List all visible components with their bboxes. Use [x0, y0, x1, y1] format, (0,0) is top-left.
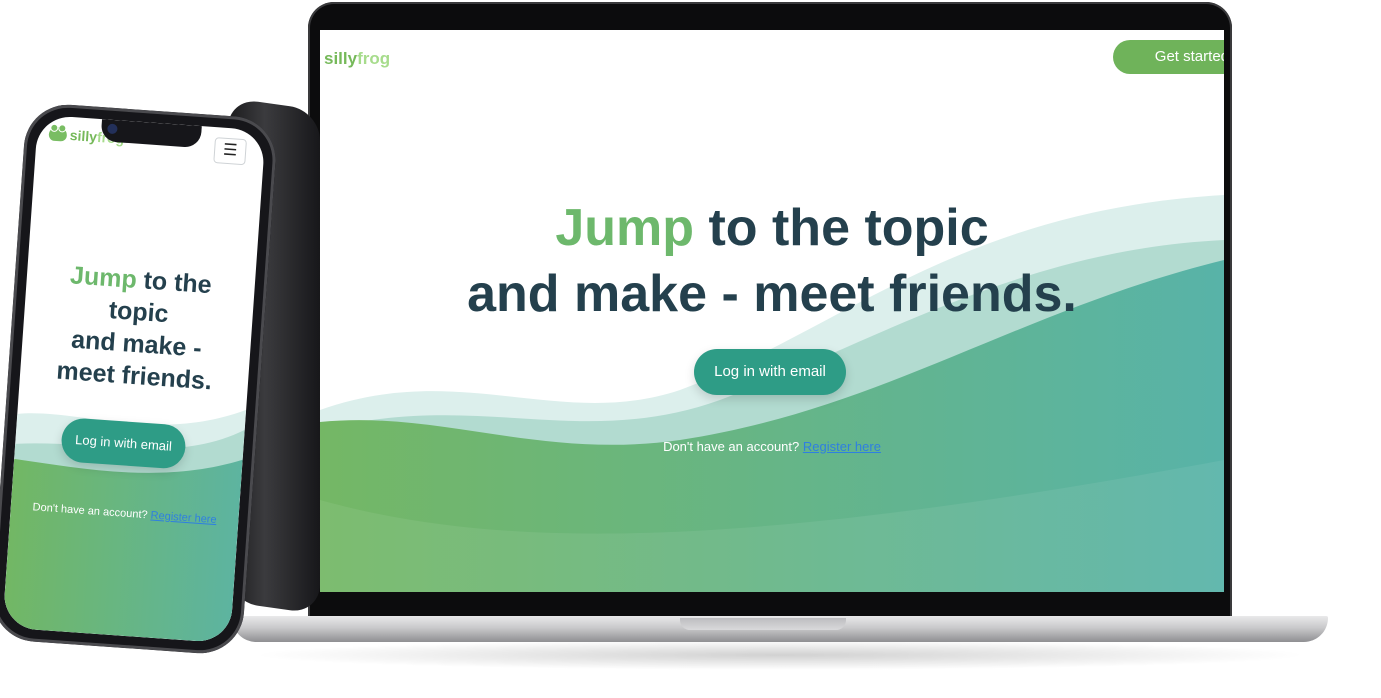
- mobile-login-email-button[interactable]: Log in with email: [60, 417, 187, 470]
- hero-heading-line2: and make - meet friends.: [467, 265, 1077, 323]
- phone-device: sillyfrog ☰ Jump to the topic and make -…: [0, 101, 279, 657]
- register-link[interactable]: Register here: [803, 439, 881, 454]
- laptop-screen: sillyfrog Get started Jump to the topic …: [320, 30, 1224, 592]
- mobile-hero-highlight: Jump: [69, 261, 138, 294]
- camera-icon: [107, 123, 118, 135]
- laptop-hinge-notch: [680, 618, 846, 630]
- logo-text-silly: silly: [324, 49, 358, 68]
- hamburger-icon[interactable]: ☰: [213, 137, 247, 166]
- login-email-button[interactable]: Log in with email: [694, 349, 846, 395]
- get-started-button[interactable]: Get started: [1113, 40, 1224, 74]
- frog-logo-icon: [48, 126, 68, 142]
- laptop-shadow: [250, 640, 1310, 670]
- mobile-hero-heading: Jump to the topic and make - meet friend…: [19, 256, 255, 400]
- brand-logo[interactable]: sillyfrog: [324, 49, 390, 69]
- phone-screen: sillyfrog ☰ Jump to the topic and make -…: [2, 114, 266, 644]
- mobile-hero-line1-rest: to the: [135, 265, 213, 300]
- hero-heading-line1: Jump to the topic: [320, 195, 1224, 261]
- logo-text-frog: frog: [357, 49, 391, 68]
- mobile-logo-text-silly: silly: [69, 126, 98, 145]
- hero-highlight: Jump: [555, 199, 695, 257]
- signup-prompt-text: Don't have an account?: [663, 439, 800, 454]
- signup-prompt: Don't have an account? Register here: [320, 439, 1224, 454]
- hero-line1-rest: to the topic: [694, 199, 989, 257]
